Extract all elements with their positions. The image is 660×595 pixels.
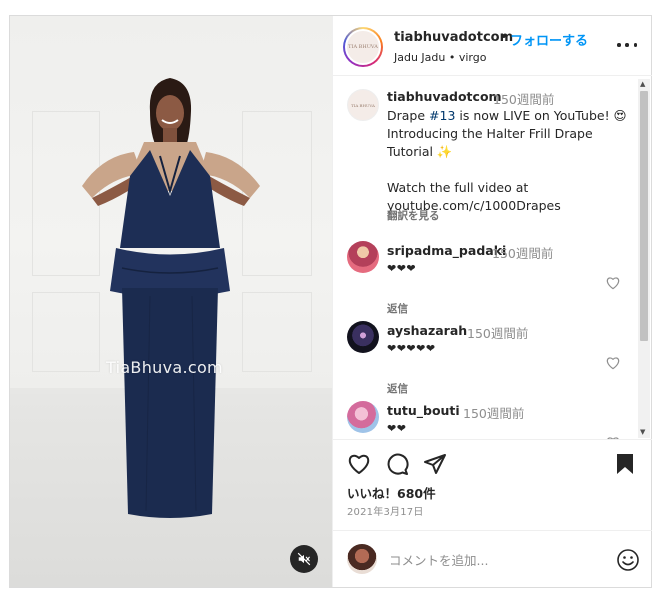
emoji-icon[interactable] (616, 548, 640, 572)
comment-time: 150週間前 (467, 326, 529, 341)
commenter-avatar[interactable] (347, 241, 379, 273)
add-comment-bar (333, 530, 652, 587)
scrollbar-thumb[interactable] (640, 91, 648, 341)
comment-username[interactable]: ayshazarah (387, 323, 467, 338)
watermark-text: TiaBhuva.com (106, 358, 223, 377)
action-bar (333, 439, 652, 483)
post-dialog: TiaBhuva.com TIA BHUVA tiabhuvadotcom • … (9, 15, 652, 588)
audio-location-label[interactable]: Jadu Jadu • virgo (394, 51, 486, 64)
more-options-button[interactable] (617, 38, 637, 52)
author-avatar[interactable]: TIA BHUVA (343, 27, 383, 67)
hashtag-link[interactable]: #13 (429, 108, 455, 123)
bookmark-icon[interactable] (613, 452, 637, 476)
separator-dot: • (500, 30, 508, 45)
comment-username[interactable]: sripadma_padaki (387, 243, 506, 258)
model-figure (82, 78, 260, 518)
caption-time: 150週間前 (493, 92, 555, 107)
comment-heart-icon[interactable] (605, 275, 621, 291)
comment-time: 150週間前 (463, 406, 525, 421)
reply-button[interactable]: 返信 (387, 381, 408, 396)
caption-avatar[interactable]: TIA BHUVA (347, 89, 379, 121)
commenter-avatar[interactable] (347, 321, 379, 353)
comment-input[interactable] (389, 550, 589, 570)
follow-button[interactable]: フォローする (510, 30, 588, 49)
comment-username[interactable]: tutu_bouti (387, 403, 460, 418)
caption-username[interactable]: tiabhuvadotcom (387, 89, 502, 104)
comment-text: ❤❤❤ (387, 262, 417, 275)
comment-heart-icon[interactable] (605, 355, 621, 371)
post-details-panel: TIA BHUVA tiabhuvadotcom • フォローする Jadu J… (332, 16, 652, 587)
author-username[interactable]: tiabhuvadotcom (394, 30, 513, 45)
scroll-down-icon[interactable]: ▼ (640, 428, 645, 436)
comment-icon[interactable] (385, 452, 409, 476)
see-translation-link[interactable]: 翻訳を見る (387, 208, 440, 223)
volume-mute-icon (297, 552, 311, 566)
like-count[interactable]: いいね！680件 (347, 483, 436, 502)
comments-list[interactable]: TIA BHUVA tiabhuvadotcom 150週間前 Drape #1… (333, 77, 652, 439)
post-header: TIA BHUVA tiabhuvadotcom • フォローする Jadu J… (333, 16, 652, 76)
post-video[interactable]: TiaBhuva.com (10, 16, 332, 587)
send-icon[interactable] (423, 452, 447, 476)
commenter-avatar[interactable] (347, 401, 379, 433)
current-user-avatar (347, 544, 377, 574)
comment-text: ❤❤❤❤❤ (387, 342, 436, 355)
comment-time: 150週間前 (492, 246, 554, 261)
caption-text: Drape #13 is now LIVE on YouTube! 😍 Intr… (387, 108, 627, 213)
scroll-up-icon[interactable]: ▲ (640, 80, 645, 88)
post-date[interactable]: 2021年3月17日 (347, 503, 424, 518)
mute-button[interactable] (290, 545, 318, 573)
reply-button[interactable]: 返信 (387, 301, 408, 316)
more-options-icon (617, 43, 621, 47)
comment-text: ❤❤ (387, 422, 407, 435)
heart-icon[interactable] (347, 452, 371, 476)
